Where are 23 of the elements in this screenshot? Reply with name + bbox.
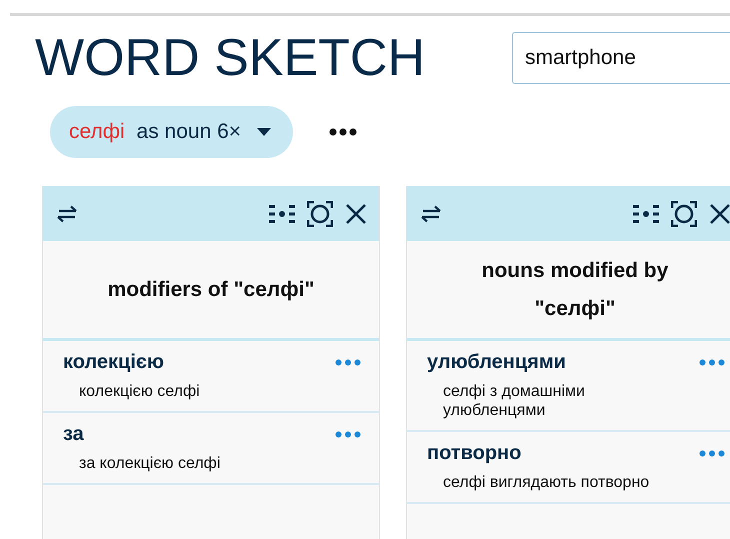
panel-title: nouns modified by "селфі" xyxy=(480,258,670,322)
more-icon[interactable] xyxy=(328,128,357,136)
collocate-word[interactable]: колекцією xyxy=(63,351,164,374)
page-title: WORD SKETCH xyxy=(35,28,426,88)
collocate-word[interactable]: улюбленцями xyxy=(427,351,566,374)
swap-icon[interactable] xyxy=(55,204,79,222)
collocate-word[interactable]: потворно xyxy=(427,442,522,465)
close-icon[interactable] xyxy=(709,202,730,224)
swap-icon[interactable] xyxy=(419,204,443,222)
focus-icon[interactable] xyxy=(307,200,333,226)
caret-icon xyxy=(256,128,271,136)
panel-title: modifiers of "селфі" xyxy=(108,276,314,302)
lemma-dropdown[interactable]: селфі as noun 6× xyxy=(50,106,293,158)
search-field[interactable]: smartphone xyxy=(512,32,730,84)
example-text: колекцією селфі xyxy=(78,382,201,401)
close-icon[interactable] xyxy=(345,202,367,224)
focus-icon[interactable] xyxy=(671,200,697,226)
example-text: селфі виглядають потворно xyxy=(442,473,650,492)
example-text: за колекцією селфі xyxy=(78,454,222,473)
collocate-word[interactable]: за xyxy=(63,423,84,446)
example-text: селфі з домашніми улюбленцями xyxy=(442,382,586,420)
dot-grid-icon[interactable] xyxy=(633,202,659,224)
dot-grid-icon[interactable] xyxy=(269,202,295,224)
